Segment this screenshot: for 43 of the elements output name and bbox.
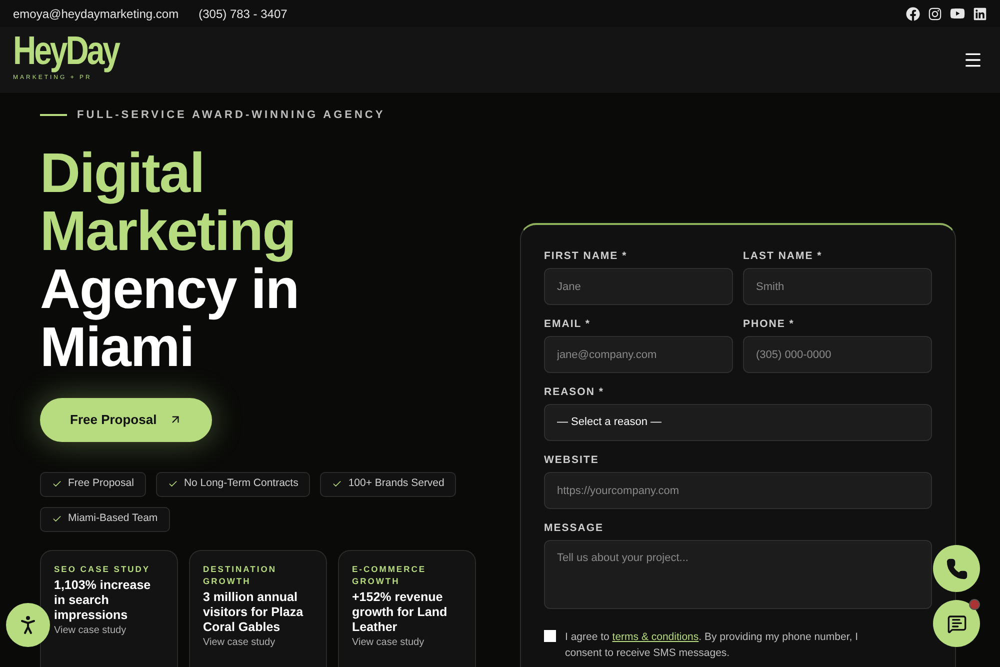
free-proposal-button[interactable]: Free Proposal bbox=[40, 398, 212, 442]
hero-heading: Digital Marketing bbox=[40, 144, 296, 260]
reason-select[interactable]: — Select a reason — bbox=[544, 404, 932, 441]
case-label: DESTINATION GROWTH bbox=[203, 562, 278, 586]
consent-checkbox[interactable] bbox=[544, 630, 556, 642]
input-field[interactable]: Jane bbox=[544, 268, 733, 305]
case-link[interactable]: View case study bbox=[352, 636, 462, 648]
phone-icon bbox=[946, 558, 968, 580]
field-label: EMAIL * bbox=[544, 317, 592, 331]
youtube-icon[interactable] bbox=[950, 6, 965, 21]
case-link[interactable]: View case study bbox=[203, 636, 313, 648]
case-title: 3 million annual visitors for Plaza Coral Gables bbox=[203, 590, 304, 634]
instagram-icon[interactable] bbox=[928, 6, 942, 20]
call-button[interactable] bbox=[933, 545, 980, 592]
field-label: PHONE * bbox=[743, 317, 796, 331]
case-title: +152% revenue growth for Land Leather bbox=[352, 590, 448, 634]
feature-badge: Free Proposal bbox=[40, 472, 146, 496]
input-field[interactable]: (305) 000-0000 bbox=[743, 336, 932, 373]
field-label: MESSAGE bbox=[544, 521, 605, 535]
field-label: WEBSITE bbox=[544, 453, 600, 467]
input-field[interactable]: https://yourcompany.com bbox=[544, 472, 932, 509]
feature-badge: 100+ Brands Served bbox=[320, 472, 456, 496]
consent-text: I agree to terms & conditions. By providing my phone number, I consent to receive SMS messages. bbox=[565, 630, 859, 661]
feature-badge: No Long-Term Contracts bbox=[156, 472, 310, 496]
message-field[interactable]: Tell us about your project... bbox=[544, 540, 932, 609]
field-label: FIRST NAME * bbox=[544, 249, 628, 263]
field-label: REASON * bbox=[544, 385, 605, 399]
case-link[interactable]: View case study bbox=[54, 624, 164, 636]
email-link[interactable]: emoya@heydaymarketing.com bbox=[13, 4, 179, 22]
eyebrow-text: FULL-SERVICE AWARD-WINNING AGENCY bbox=[77, 108, 386, 123]
field-label: LAST NAME * bbox=[743, 249, 824, 263]
input-field[interactable]: Smith bbox=[743, 268, 932, 305]
phone-link[interactable]: (305) 783 - 3407 bbox=[198, 4, 288, 22]
feature-badge: Miami-Based Team bbox=[40, 506, 170, 532]
accessibility-button[interactable] bbox=[6, 603, 50, 647]
case-title: 1,103% increase in search impressions bbox=[54, 578, 152, 622]
case-label: E-COMMERCE GROWTH bbox=[352, 562, 428, 586]
case-label: SEO CASE STUDY bbox=[54, 562, 152, 574]
terms-link[interactable]: terms & conditions bbox=[612, 631, 699, 643]
facebook-icon[interactable] bbox=[906, 6, 920, 20]
chat-icon bbox=[946, 614, 966, 634]
input-field[interactable]: jane@company.com bbox=[544, 336, 733, 373]
linkedin-icon[interactable] bbox=[973, 6, 987, 20]
